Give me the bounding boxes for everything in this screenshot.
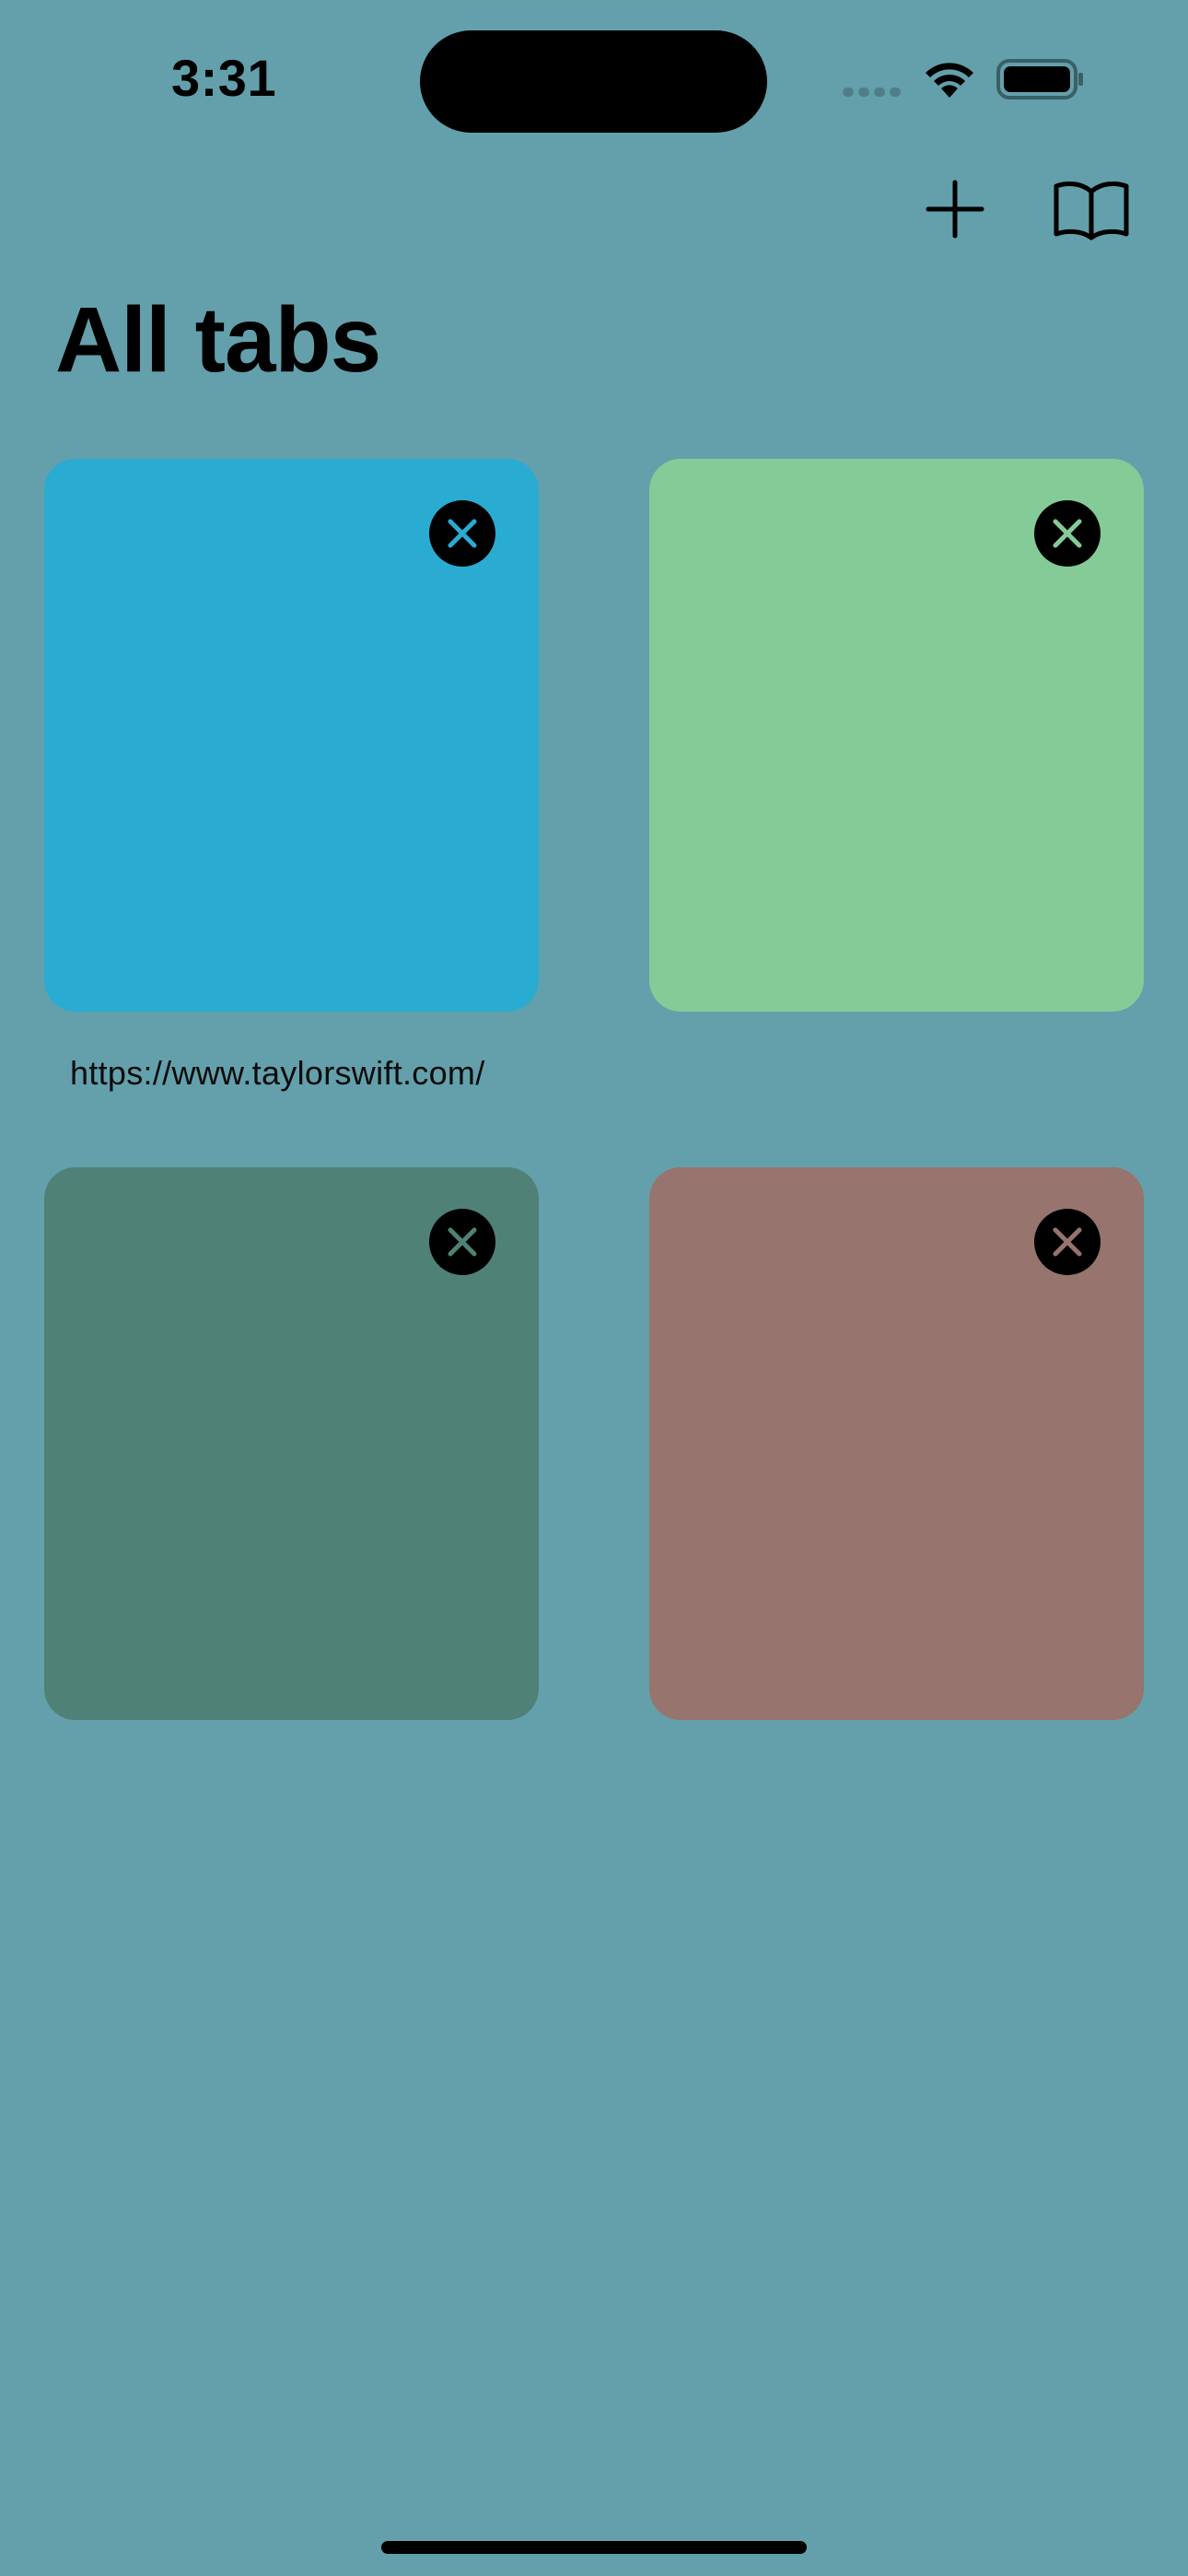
book-icon xyxy=(1054,181,1129,240)
dynamic-island xyxy=(420,30,767,133)
close-icon xyxy=(448,1227,477,1257)
bookmarks-button[interactable] xyxy=(1052,177,1131,241)
page-title: All tabs xyxy=(55,288,381,392)
tab-card[interactable] xyxy=(44,1167,539,1720)
battery-icon xyxy=(996,59,1083,100)
tab-card[interactable] xyxy=(649,459,1144,1012)
tab-card[interactable] xyxy=(649,1167,1144,1720)
home-indicator[interactable] xyxy=(381,2541,807,2554)
close-tab-button[interactable] xyxy=(1034,1209,1101,1275)
wifi-icon xyxy=(926,63,973,98)
new-tab-button[interactable] xyxy=(923,177,987,241)
plus-icon xyxy=(926,180,984,239)
status-bar: 3:31 xyxy=(0,0,1188,147)
close-icon xyxy=(1053,1227,1082,1257)
close-tab-button[interactable] xyxy=(429,1209,495,1275)
tab-card[interactable] xyxy=(44,459,539,1012)
close-tab-button[interactable] xyxy=(429,500,495,567)
close-icon xyxy=(1053,519,1082,548)
status-time: 3:31 xyxy=(171,49,277,107)
cellular-signal-icon xyxy=(843,85,905,101)
close-icon xyxy=(448,519,477,548)
close-tab-button[interactable] xyxy=(1034,500,1101,567)
tab-url-label: https://www.taylorswift.com/ xyxy=(70,1054,485,1092)
